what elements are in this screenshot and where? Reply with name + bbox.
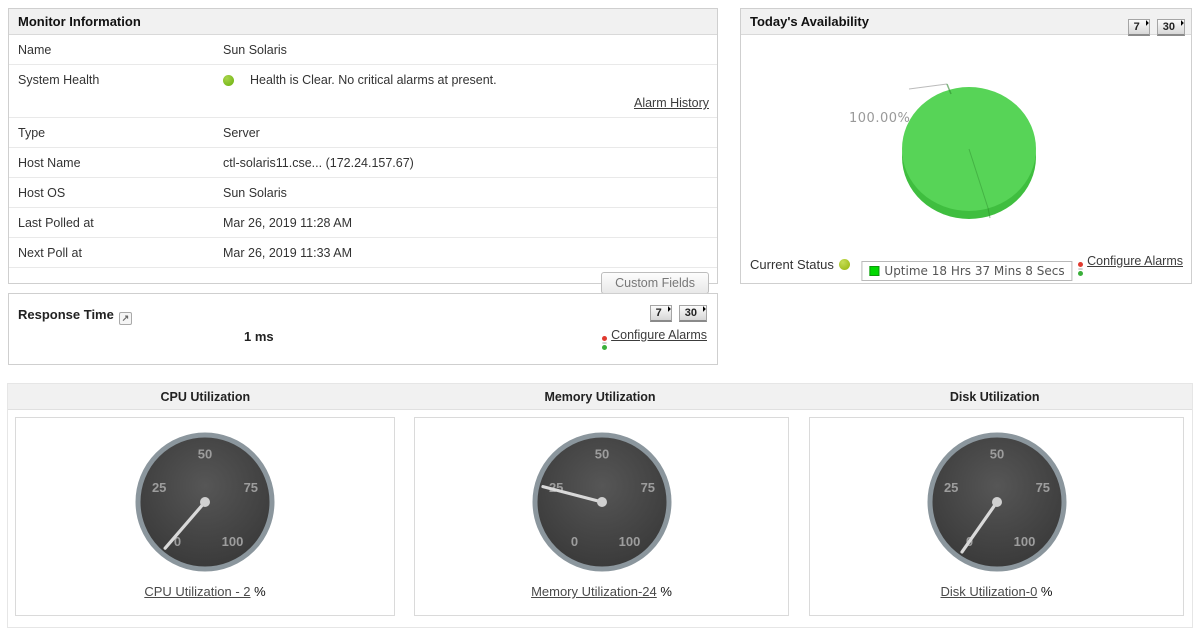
availability-panel: Today's Availability 7 30 100.00% Uptime… [740, 8, 1192, 284]
configure-alarms-link[interactable]: Configure Alarms [611, 328, 707, 342]
range-7-button[interactable]: 7 [649, 305, 672, 322]
monitor-info-footer: Custom Fields [9, 268, 717, 294]
svg-text:25: 25 [943, 480, 957, 495]
table-row: Type Server [9, 118, 717, 148]
configure-alarms-link[interactable]: Configure Alarms [1087, 254, 1183, 268]
row-label: Host OS [18, 186, 66, 200]
row-label: Last Polled at [18, 216, 94, 230]
memory-gauge-caption: Memory Utilization-24 % [531, 584, 672, 599]
disk-gauge: 0255075100 [922, 427, 1072, 582]
table-row: Last Polled at Mar 26, 2019 11:28 AM [9, 208, 717, 238]
cpu-gauge: 0 25 50 75 100 [130, 427, 280, 582]
memory-gauge-card: 0 25 50 75 100 Memory Utilization-24 % [414, 417, 789, 616]
response-range-buttons: 7 30 [649, 305, 707, 322]
cpu-utilization-header: CPU Utilization [160, 390, 251, 404]
svg-text:75: 75 [1035, 480, 1049, 495]
response-time-title: Response Time ↗ [18, 307, 132, 325]
utilization-section: CPU Utilization Memory Utilization Disk … [7, 383, 1193, 628]
row-value: ctl-solaris11.cse... (172.24.157.67) [223, 156, 414, 170]
availability-pie-chart: 100.00% Uptime 18 Hrs 37 Mins 8 Secs [741, 37, 1193, 281]
utilization-header: CPU Utilization Memory Utilization Disk … [8, 384, 1192, 410]
range-30-button[interactable]: 30 [1156, 19, 1185, 36]
row-value: Mar 26, 2019 11:33 AM [223, 246, 353, 260]
svg-text:100: 100 [222, 534, 244, 549]
response-time-panel: Response Time ↗ 7 30 1 ms Configure Alarm… [8, 293, 718, 365]
svg-text:100: 100 [1013, 534, 1035, 549]
alarm-history-link[interactable]: Alarm History [223, 96, 709, 110]
custom-fields-button[interactable]: Custom Fields [601, 272, 709, 294]
svg-text:50: 50 [594, 447, 608, 462]
flag-icon [664, 306, 671, 312]
row-value: Sun Solaris [223, 43, 287, 57]
row-value: Server [223, 126, 260, 140]
disk-gauge-caption: Disk Utilization-0 % [940, 584, 1053, 599]
status-green-dot-icon [838, 259, 850, 270]
row-label: Host Name [18, 156, 81, 170]
svg-text:75: 75 [244, 480, 258, 495]
response-time-value: 1 ms [244, 329, 274, 344]
svg-text:75: 75 [640, 480, 654, 495]
monitor-info-table: Name Sun Solaris System Health Health is Cl… [9, 35, 717, 268]
pie-data-label: 100.00% [849, 111, 911, 126]
row-label: Next Poll at [18, 246, 82, 260]
svg-text:25: 25 [152, 480, 166, 495]
svg-text:100: 100 [618, 534, 640, 549]
configure-alarms: Configure Alarms [1078, 253, 1183, 276]
configure-alarms: Configure Alarms [602, 328, 707, 350]
panel-title: Today's Availability [741, 9, 1191, 35]
current-status: Current Status [750, 257, 850, 272]
flag-icon [1142, 20, 1149, 26]
flag-icon [1178, 20, 1184, 26]
row-value: Sun Solaris [223, 186, 287, 200]
disk-utilization-header: Disk Utilization [949, 390, 1040, 404]
table-row: Host OS Sun Solaris [9, 178, 717, 208]
memory-utilization-header: Memory Utilization [544, 390, 656, 404]
cpu-gauge-caption: CPU Utilization - 2 % [144, 584, 266, 599]
table-row: System Health Health is Clear. No critica… [9, 65, 717, 118]
cpu-gauge-card: 0 25 50 75 100 CPU Utilization - 2 % [15, 417, 395, 616]
memory-utilization-link[interactable]: Memory Utilization-24 [531, 584, 657, 599]
row-label: System Health [18, 73, 100, 87]
svg-text:0: 0 [570, 534, 577, 549]
panel-title: Monitor Information [9, 9, 717, 35]
disk-gauge-card: 0255075100 Disk Utilization-0 % [809, 417, 1184, 616]
svg-text:50: 50 [989, 447, 1003, 462]
monitor-information-panel: Monitor Information Name Sun Solaris Syste… [8, 8, 718, 294]
external-link-icon[interactable]: ↗ [118, 312, 132, 325]
table-row: Next Poll at Mar 26, 2019 11:33 AM [9, 238, 717, 268]
memory-gauge: 0 25 50 75 100 [527, 427, 677, 582]
row-value: Mar 26, 2019 11:28 AM [223, 216, 353, 230]
row-value: Health is Clear. No critical alarms at p… [223, 65, 717, 117]
disk-utilization-link[interactable]: Disk Utilization-0 [941, 584, 1038, 599]
row-label: Type [18, 126, 46, 140]
range-7-button[interactable]: 7 [1127, 19, 1150, 36]
availability-range-buttons: 7 30 [1127, 19, 1185, 36]
row-label: Name [18, 43, 52, 57]
range-30-button[interactable]: 30 [678, 305, 707, 322]
health-green-dot-icon [223, 75, 234, 87]
flag-icon [700, 306, 706, 312]
traffic-light-icon [602, 336, 608, 350]
svg-text:50: 50 [198, 447, 212, 462]
traffic-light-icon [1078, 262, 1084, 276]
table-row: Name Sun Solaris [9, 35, 717, 65]
cpu-utilization-link[interactable]: CPU Utilization - 2 [144, 584, 250, 599]
table-row: Host Name ctl-solaris11.cse... (172.24.15… [9, 148, 717, 178]
